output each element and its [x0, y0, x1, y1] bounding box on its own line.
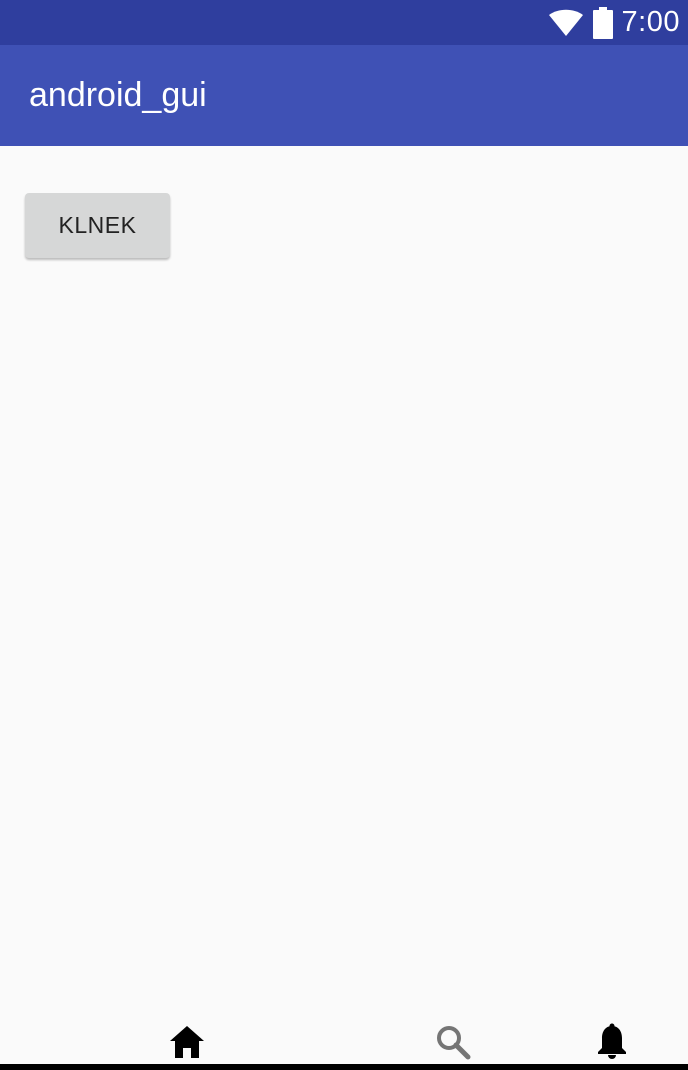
status-time: 7:00: [621, 6, 680, 38]
nav-search-button[interactable]: [433, 1022, 473, 1062]
wifi-icon: [548, 9, 583, 36]
status-bar: 7:00: [0, 0, 688, 45]
battery-icon: [592, 6, 613, 39]
nav-notifications-button[interactable]: [592, 1022, 632, 1062]
app-bar: android_gui: [0, 45, 688, 146]
nav-home-button[interactable]: [167, 1022, 207, 1062]
home-icon: [170, 1026, 204, 1058]
search-icon: [437, 1026, 471, 1060]
klnek-button[interactable]: KLNEK: [25, 193, 170, 258]
bell-icon: [598, 1023, 626, 1059]
bottom-navigation: [0, 1018, 688, 1064]
status-icons: 7:00: [548, 0, 680, 45]
navigation-bar-edge: [0, 1064, 688, 1070]
app-title: android_gui: [29, 76, 207, 114]
